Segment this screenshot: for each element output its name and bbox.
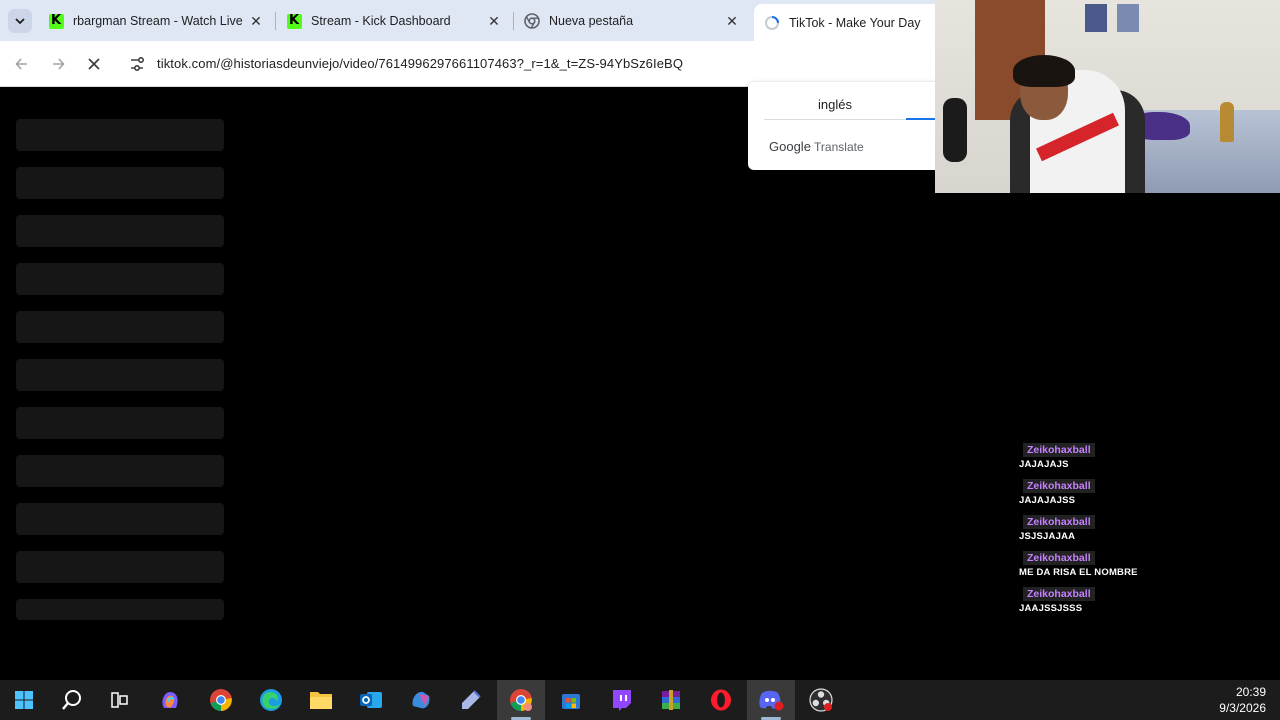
skeleton-item — [16, 215, 224, 247]
search-icon[interactable] — [48, 680, 96, 720]
store-icon[interactable] — [547, 680, 595, 720]
chrome-icon[interactable] — [197, 680, 245, 720]
chrome-icon — [524, 13, 540, 29]
url-text: tiktok.com/@historiasdeunviejo/video/761… — [157, 56, 684, 71]
close-icon[interactable]: ✕ — [486, 13, 502, 29]
chat-username: Zeikohaxball — [1023, 587, 1095, 601]
loading-icon — [764, 15, 780, 31]
chat-text: ME DA RISA EL NOMBRE — [1019, 567, 1138, 578]
chat-username: Zeikohaxball — [1023, 515, 1095, 529]
chat-username: Zeikohaxball — [1023, 551, 1095, 565]
skeleton-item — [16, 407, 224, 439]
chat-message: Zeikohaxball JSJSJAJAA — [1019, 512, 1219, 548]
outlook-icon[interactable] — [347, 680, 395, 720]
obs-icon[interactable] — [797, 680, 845, 720]
edge-icon[interactable] — [247, 680, 295, 720]
webcam-poster — [1085, 4, 1107, 32]
translate-popup: inglés Google Translate — [748, 82, 948, 170]
start-icon[interactable] — [0, 680, 48, 720]
discord-icon[interactable] — [747, 680, 795, 720]
tab-title: Stream - Kick Dashboard — [311, 14, 451, 28]
skeleton-item — [16, 119, 224, 151]
clock-time: 20:39 — [1235, 685, 1266, 699]
forward-button[interactable] — [46, 52, 70, 76]
chevron-down-icon — [15, 18, 25, 25]
chat-message: Zeikohaxball JAJAJAJSS — [1019, 476, 1219, 512]
skeleton-item — [16, 359, 224, 391]
pen-icon[interactable] — [447, 680, 495, 720]
skeleton-item — [16, 599, 224, 620]
google-wordmark: Google — [769, 139, 811, 154]
site-info-icon[interactable] — [128, 55, 146, 73]
twitch-icon[interactable] — [597, 680, 645, 720]
chat-message: Zeikohaxball JAAJSSJSSS — [1019, 584, 1219, 620]
close-icon[interactable]: ✕ — [724, 13, 740, 29]
chat-text: JAJAJAJS — [1019, 459, 1069, 470]
winrar-icon[interactable] — [647, 680, 695, 720]
kick-icon — [48, 13, 64, 29]
skeleton-item — [16, 167, 224, 199]
task-view-icon[interactable] — [96, 680, 144, 720]
google-translate-logo: Google Translate — [769, 139, 864, 154]
skeleton-item — [16, 551, 224, 583]
copilot-icon[interactable] — [146, 680, 194, 720]
tab-search-button[interactable] — [8, 9, 32, 33]
m365-icon[interactable] — [397, 680, 445, 720]
skeleton-item — [16, 263, 224, 295]
skeleton-item — [16, 503, 224, 535]
chat-text: JSJSJAJAA — [1019, 531, 1076, 542]
chat-username: Zeikohaxball — [1023, 479, 1095, 493]
tab-new-tab[interactable]: Nueva pestaña ✕ — [514, 4, 750, 38]
arrow-right-icon — [53, 58, 65, 70]
webcam-trophy — [1220, 102, 1234, 142]
arrow-left-icon — [15, 58, 27, 70]
kick-icon — [286, 13, 302, 29]
skeleton-item — [16, 311, 224, 343]
taskbar: 20:39 9/3/2026 — [0, 680, 1280, 720]
tab-tiktok[interactable]: TikTok - Make Your Day — [754, 4, 944, 41]
back-button[interactable] — [10, 52, 34, 76]
tab-title: Nueva pestaña — [549, 14, 634, 28]
translate-language-tab[interactable]: inglés — [818, 97, 852, 112]
webcam-microphone — [943, 98, 967, 162]
clock-date: 9/3/2026 — [1219, 701, 1266, 715]
chat-message: Zeikohaxball JAJAJAJS — [1019, 440, 1219, 476]
webcam-overlay — [935, 0, 1280, 193]
chrome-profile-icon[interactable] — [497, 680, 545, 720]
opera-icon[interactable] — [697, 680, 745, 720]
chat-overlay: Zeikohaxball JAJAJAJS Zeikohaxball JAJAJ… — [1019, 440, 1219, 620]
file-explorer-icon[interactable] — [297, 680, 345, 720]
chat-message: Zeikohaxball ME DA RISA EL NOMBRE — [1019, 548, 1219, 584]
close-icon[interactable]: ✕ — [248, 13, 264, 29]
tab-kick-dashboard[interactable]: Stream - Kick Dashboard ✕ — [276, 4, 512, 38]
tab-rbargman-stream[interactable]: rbargman Stream - Watch Live ✕ — [38, 4, 274, 38]
close-icon — [88, 58, 100, 70]
chat-username: Zeikohaxball — [1023, 443, 1095, 457]
chat-text: JAAJSSJSSS — [1019, 603, 1083, 614]
tab-title: rbargman Stream - Watch Live — [73, 14, 243, 28]
screen: rbargman Stream - Watch Live ✕ Stream - … — [0, 0, 1280, 720]
translate-wordmark: Translate — [814, 140, 864, 154]
webcam-poster — [1117, 4, 1139, 32]
system-clock[interactable]: 20:39 9/3/2026 — [1219, 684, 1266, 716]
stop-loading-button[interactable] — [82, 52, 106, 76]
skeleton-item — [16, 455, 224, 487]
webcam-hair — [1013, 55, 1075, 87]
chat-text: JAJAJAJSS — [1019, 495, 1076, 506]
tab-title: TikTok - Make Your Day — [789, 15, 921, 30]
